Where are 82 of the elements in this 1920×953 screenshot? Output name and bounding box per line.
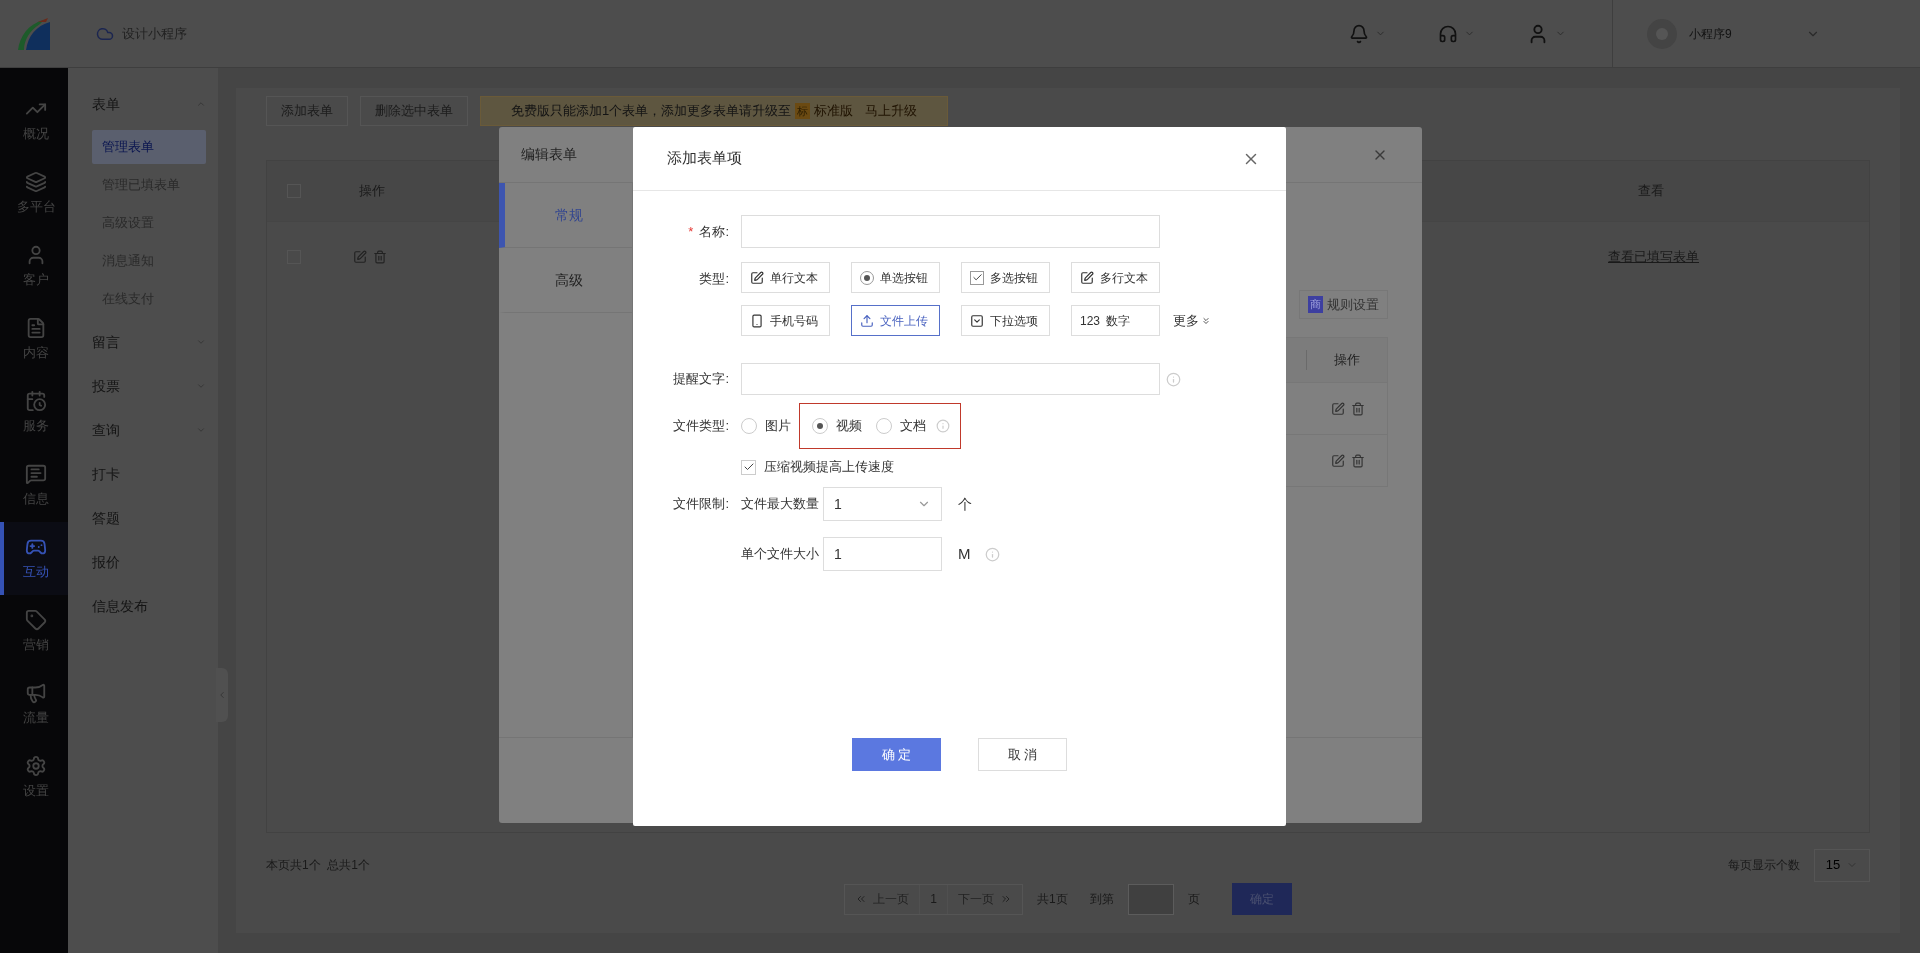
radio-button[interactable] [741,418,757,434]
type-option[interactable]: 单选按钮 [851,262,940,293]
edition-badge: 标 [795,102,811,120]
dialog-title: 添加表单项 [667,148,742,169]
phone-icon [750,313,764,328]
banner-text: 免费版只能添加1个表单，添加更多表单请升级至 [511,102,792,121]
bell-icon[interactable] [1349,23,1369,44]
upgrade-link[interactable]: 马上升级 [865,101,918,121]
rail-item[interactable]: 流量 [0,668,68,741]
dialog-title: 编辑表单 [521,145,577,164]
confirm-button[interactable]: 确 定 [852,738,941,771]
checkbox[interactable] [741,459,756,475]
name-input[interactable] [741,215,1160,248]
info-icon [984,546,1000,562]
delete-icon[interactable] [1351,453,1365,468]
field-label: 名称: [699,222,729,241]
dialog-tab[interactable]: 高级 [499,248,632,313]
column-header: 操作 [1333,351,1361,370]
more-button[interactable]: 更多 [1173,310,1211,331]
text-field-icon [750,270,764,285]
rail-item[interactable]: 客户 [0,230,68,303]
check-icon [742,461,755,473]
rail-icon [25,754,47,777]
type-option[interactable]: 手机号码 [741,305,830,336]
field-label: 类型: [699,271,729,286]
radio-button[interactable] [812,418,828,434]
rail-item[interactable]: 设置 [0,741,68,814]
delete-icon[interactable] [1351,401,1365,416]
radio-label: 视频 [836,417,862,436]
rail-item[interactable]: 多平台 [0,157,68,230]
edit-icon[interactable] [1331,401,1345,416]
info-icon [1166,371,1181,387]
max-size-input[interactable]: 1 [823,537,942,571]
double-chevron-left-icon [855,893,868,905]
type-option[interactable]: 多行文本 [1071,262,1160,293]
field-label: 文件类型: [673,418,729,434]
type-option[interactable]: 单行文本 [741,262,830,293]
rule-settings-button[interactable]: 商 规则设置 [1299,290,1388,319]
rail-item[interactable]: 内容 [0,303,68,376]
rail-icon [25,170,47,193]
checkbox-icon [970,270,984,285]
page-input[interactable] [1127,883,1174,915]
double-chevron-down-icon [1201,315,1211,326]
type-option[interactable]: 下拉选项 [961,305,1050,336]
double-chevron-right-icon [1000,893,1012,905]
submenu-item[interactable]: 管理表单 [92,130,206,164]
text-field-icon [1080,270,1094,285]
number-prefix: 123 [1080,312,1101,330]
headset-icon[interactable] [1438,23,1458,44]
rail-item[interactable]: 互动 [0,522,68,595]
radio-button[interactable] [876,418,892,434]
sub-label: 单个文件大小 [741,545,820,564]
info-icon [936,419,950,433]
cancel-button[interactable]: 取 消 [978,738,1067,771]
edition-link[interactable]: 标准版 [814,101,854,121]
radio-label: 文档 [900,417,926,436]
rail-item[interactable]: 信息 [0,449,68,522]
rail-item[interactable]: 服务 [0,376,68,449]
type-option[interactable]: 123 数字 [1071,305,1160,336]
unit-label: M [958,543,971,564]
hint-input[interactable] [741,363,1160,395]
rail-icon [25,681,47,704]
dropdown-icon [970,313,984,328]
rail-icon [25,462,47,485]
type-option[interactable]: 多选按钮 [961,262,1050,293]
rail-icon [25,316,47,339]
sub-label: 文件最大数量 [741,495,820,514]
rail-icon [25,389,47,412]
checkbox-label: 压缩视频提高上传速度 [764,458,894,477]
rail-icon [25,608,47,631]
field-label: 文件限制: [673,496,729,512]
page-size-select[interactable]: 15 [1814,848,1870,882]
field-label: 提醒文字: [673,371,729,387]
type-option[interactable]: 文件上传 [851,305,940,336]
radio-label: 图片 [765,417,791,436]
unit-label: 个 [958,494,972,514]
edit-icon[interactable] [1331,453,1345,468]
delete-icon[interactable] [373,249,387,264]
max-count-select[interactable]: 1 [823,487,942,521]
edit-icon[interactable] [353,249,367,264]
required-mark: * [688,222,694,241]
upload-icon [860,313,874,328]
